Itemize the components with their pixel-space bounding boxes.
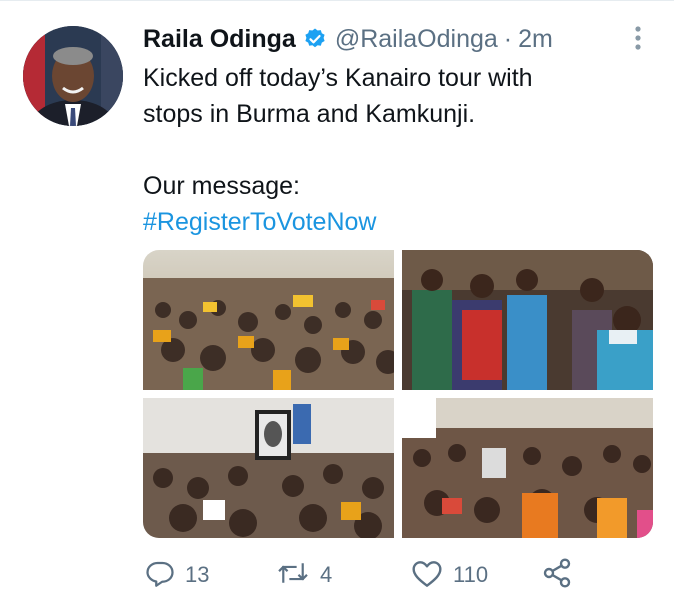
tweet-text: Kicked off today’s Kanairo tour with sto… [143,60,643,240]
crowd-with-signs-photo[interactable] [402,398,653,538]
heart-icon [411,558,443,593]
share-button[interactable] [541,555,573,595]
tweet-header: Raila Odinga @RailaOdinga · 2m [143,22,553,56]
hashtag-link[interactable]: #RegisterToVoteNow [143,204,643,240]
avatar[interactable] [23,26,123,126]
supporters-gesturing-photo[interactable] [402,250,653,390]
reply-icon [145,558,175,593]
media-grid [143,250,653,538]
reply-button[interactable]: 13 [145,555,209,595]
timestamp[interactable]: 2m [518,25,553,54]
retweet-button[interactable]: 4 [276,555,332,595]
author-name[interactable]: Raila Odinga [143,25,296,54]
like-count: 110 [453,562,489,587]
tweet-text-line: stops in Burma and Kamkunji. [143,100,476,128]
like-button[interactable]: 110 [411,555,488,595]
retweet-icon [276,558,310,593]
verified-badge-icon [303,27,327,51]
tweet-text-line: Our message: [143,172,301,200]
tweet-action-bar: 13 4 110 [143,555,663,595]
share-icon [541,557,573,594]
top-divider [0,0,674,1]
more-vertical-icon[interactable] [628,24,648,52]
retweet-count: 4 [320,562,333,587]
separator-dot: · [503,24,513,53]
author-handle[interactable]: @RailaOdinga [335,25,498,54]
tweet-text-line: Kicked off today’s Kanairo tour with [143,64,533,92]
reply-count: 13 [185,562,210,587]
crowd-rally-photo[interactable] [143,250,394,390]
portrait-held-up-photo[interactable] [143,398,394,538]
